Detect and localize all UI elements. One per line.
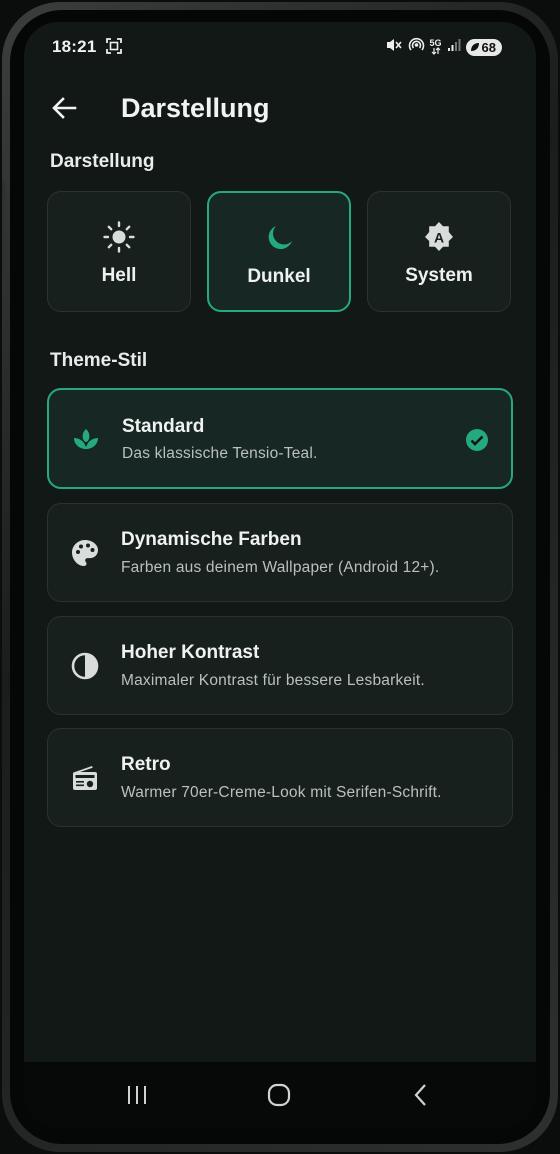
mode-tile-dunkel[interactable]: Dunkel [207,191,351,312]
mode-tile-system[interactable]: A System [367,191,511,312]
moon-icon [209,221,349,255]
appearance-section-title: Darstellung [50,151,155,172]
theme-desc-dynamische-farben: Farben aus deinem Wallpaper (Android 12+… [121,559,440,576]
auto-mode-icon: A [368,220,510,254]
screen: 18:21 5G 68 Darstellung Darstellung Hell… [24,22,536,1128]
spa-leaf-icon [71,424,101,454]
theme-desc-retro: Warmer 70er-Creme-Look mit Serifen-Schri… [121,784,442,801]
radio-icon [70,763,100,793]
status-time: 18:21 [52,37,97,56]
svg-text:A: A [434,230,444,246]
contrast-icon [70,651,100,681]
page-title: Darstellung [121,93,270,123]
theme-option-hoher-kontrast[interactable]: Hoher Kontrast Maximaler Kontrast für be… [47,616,513,715]
theme-title-standard: Standard [122,416,205,437]
system-nav-bar [24,1062,536,1128]
theme-title-hoher-kontrast: Hoher Kontrast [121,642,260,663]
mode-label-hell: Hell [101,265,137,286]
battery-level: 68 [481,39,496,55]
network-label: 5G [429,38,442,48]
theme-option-standard[interactable]: Standard Das klassische Tensio-Teal. [47,388,513,489]
hotspot-icon [408,36,425,58]
mode-tile-hell[interactable]: Hell [47,191,191,312]
status-bar: 18:21 5G 68 [24,22,536,68]
home-button[interactable] [259,1082,299,1108]
theme-option-retro[interactable]: Retro Warmer 70er-Creme-Look mit Serifen… [47,728,513,827]
home-icon [267,1083,291,1107]
mute-icon [385,37,403,58]
screen-record-icon [105,37,123,60]
theme-desc-hoher-kontrast: Maximaler Kontrast für bessere Lesbarkei… [121,672,425,689]
network-5g-icon: 5G [430,39,442,55]
recents-icon [128,1086,146,1104]
check-circle-icon [465,428,489,457]
side-key [2,180,5,300]
theme-title-dynamische-farben: Dynamische Farben [121,529,302,550]
theme-style-section-title: Theme-Stil [50,350,148,371]
app-bar: Darstellung [24,80,536,136]
theme-option-dynamische-farben[interactable]: Dynamische Farben Farben aus deinem Wall… [47,503,513,602]
theme-desc-standard: Das klassische Tensio-Teal. [122,445,318,462]
recents-button[interactable] [117,1082,157,1108]
battery-indicator: 68 [465,38,502,56]
mode-label-system: System [405,265,473,286]
signal-icon [447,38,461,57]
back-chevron-icon [414,1084,426,1106]
arrow-back-icon [52,97,77,119]
back-button[interactable] [46,90,82,126]
sun-icon [48,220,190,254]
battery-saver-leaf-icon [470,43,479,51]
theme-title-retro: Retro [121,754,171,775]
palette-icon [70,538,100,568]
status-icons: 5G 68 [385,36,502,58]
mode-label-dunkel: Dunkel [247,266,311,287]
back-nav-button[interactable] [401,1082,441,1108]
